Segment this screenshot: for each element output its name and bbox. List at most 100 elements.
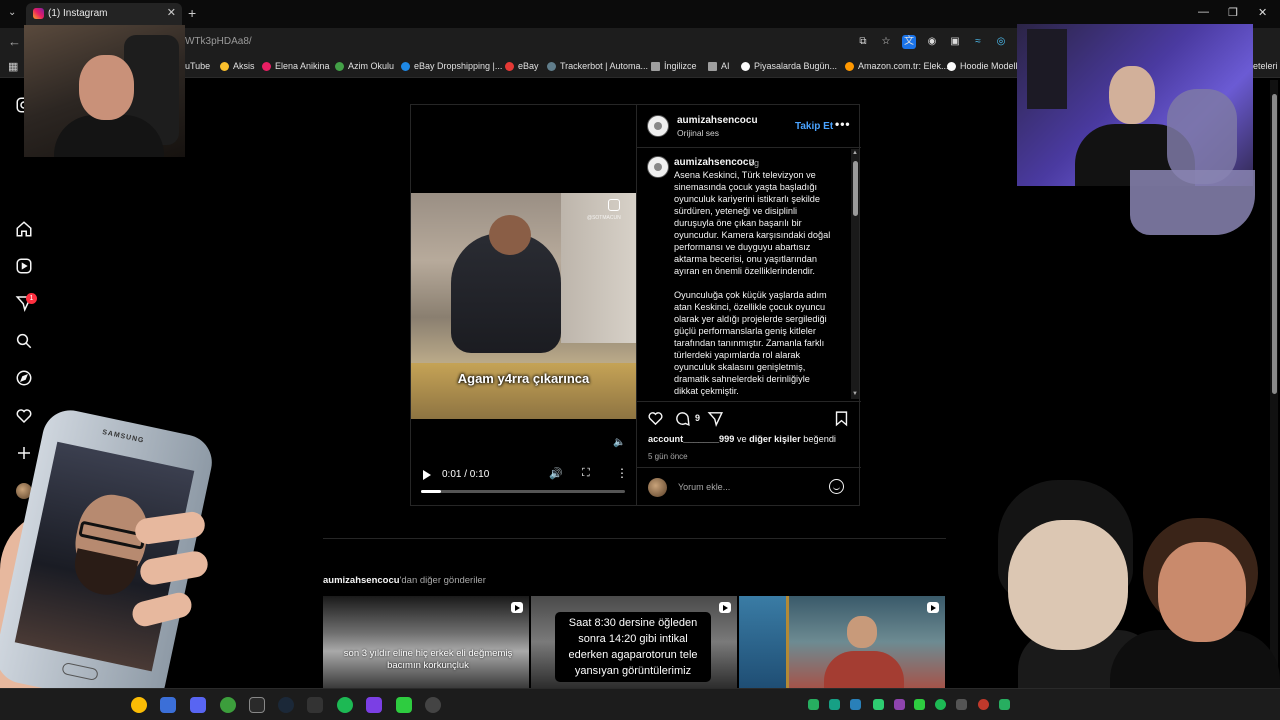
- comment-bar: Yorum ekle...: [637, 467, 861, 505]
- bookmark-item[interactable]: eteleri: [1253, 61, 1278, 71]
- tab-instagram[interactable]: (1) Instagram ✕: [26, 3, 182, 25]
- author-username[interactable]: aumizahsencocu: [677, 115, 758, 126]
- author-avatar[interactable]: [647, 115, 669, 137]
- tray-icon[interactable]: [978, 699, 989, 710]
- caption-paragraph: Asena Keskinci, Türk televizyon ve sinem…: [674, 170, 831, 276]
- maximize-button[interactable]: ❐: [1228, 6, 1238, 19]
- extension-icon[interactable]: ▣: [948, 35, 962, 49]
- comment-icon[interactable]: [674, 410, 691, 427]
- post-header: aumizahsencocu Orijinal ses Takip Et •••: [637, 105, 861, 148]
- home-icon[interactable]: [15, 220, 33, 238]
- minimize-button[interactable]: —: [1198, 6, 1209, 18]
- bookmark-item[interactable]: Aksis: [220, 61, 255, 71]
- streamer-face: [1109, 66, 1155, 124]
- bookmark-item[interactable]: eBay: [505, 61, 539, 71]
- extension-icon[interactable]: ≈: [971, 35, 985, 49]
- url-field[interactable]: WTk3pHDAa8/: [185, 36, 252, 47]
- install-app-icon[interactable]: ⧉: [856, 35, 870, 49]
- more-posts-user[interactable]: aumizahsencocu: [323, 575, 400, 586]
- commenter-avatar: [648, 478, 667, 497]
- bookmark-favicon-icon: [547, 61, 556, 71]
- liked-by-others[interactable]: diğer kişiler: [749, 434, 801, 444]
- caption-scrollbar[interactable]: ▲ ▼: [851, 149, 859, 399]
- bookmark-item[interactable]: Trackerbot | Automa...: [547, 61, 648, 71]
- bookmark-item[interactable]: Amazon.com.tr: Elek...: [845, 61, 949, 71]
- bookmark-item[interactable]: Hoodie Modelle: [947, 61, 1023, 71]
- bookmark-folder[interactable]: İngilizce: [651, 61, 697, 71]
- video-frame[interactable]: @SOTMACUN Agam y4rra çıkarınca: [411, 193, 636, 419]
- tray-icon[interactable]: [894, 699, 905, 710]
- bookmark-item[interactable]: Piyasalarda Bugün...: [741, 61, 837, 71]
- chrome-taskbar-icon[interactable]: [131, 697, 147, 713]
- tray-icon[interactable]: [829, 699, 840, 710]
- bookmark-favicon-icon: [262, 61, 271, 71]
- audio-label[interactable]: Orijinal ses: [677, 128, 719, 138]
- scroll-up-icon[interactable]: ▲: [852, 150, 858, 156]
- share-icon[interactable]: [707, 410, 724, 427]
- audio-muted-icon[interactable]: 🔈: [613, 437, 625, 448]
- phone-home-button: [61, 661, 99, 682]
- tray-icon[interactable]: [914, 699, 925, 710]
- caption-avatar[interactable]: [647, 156, 669, 178]
- epic-taskbar-icon[interactable]: [249, 697, 265, 713]
- spotify-taskbar-icon[interactable]: [337, 697, 353, 713]
- new-tab-button[interactable]: +: [188, 5, 196, 21]
- thumbnail-figure-body: [824, 651, 904, 688]
- tab-close-icon[interactable]: ✕: [167, 6, 176, 19]
- video-progress-fill: [421, 490, 442, 493]
- back-button[interactable]: ←: [8, 34, 21, 49]
- comment-input[interactable]: Yorum ekle...: [678, 482, 730, 492]
- close-window-button[interactable]: ✕: [1258, 6, 1267, 19]
- video-progress-bar[interactable]: [421, 490, 625, 493]
- likes-summary: account_______999 ve diğer kişiler beğen…: [648, 434, 836, 444]
- app-taskbar-icon[interactable]: [307, 697, 323, 713]
- bookmark-folder[interactable]: AI: [708, 61, 730, 71]
- bookmark-star-icon[interactable]: ☆: [879, 35, 893, 49]
- tray-icon[interactable]: [808, 699, 819, 710]
- scroll-down-icon[interactable]: ▼: [852, 391, 858, 397]
- folder-icon: [651, 61, 660, 71]
- page-scroll-thumb[interactable]: [1272, 94, 1277, 394]
- app-taskbar-icon[interactable]: [160, 697, 176, 713]
- more-vertical-icon[interactable]: ⋮: [616, 466, 628, 480]
- more-options-icon[interactable]: •••: [835, 117, 851, 131]
- app-taskbar-icon[interactable]: [366, 697, 382, 713]
- tray-icon[interactable]: [956, 699, 967, 710]
- tray-icon[interactable]: [935, 699, 946, 710]
- explore-icon[interactable]: [15, 369, 33, 387]
- bookmark-item[interactable]: uTube: [185, 61, 210, 71]
- video-caption: Agam y4rra çıkarınca: [457, 371, 590, 386]
- tab-menu-icon[interactable]: ⌄: [8, 7, 16, 18]
- post-thumbnail[interactable]: [739, 596, 945, 688]
- bookmark-item[interactable]: Azim Okulu: [335, 61, 394, 71]
- extension-icon[interactable]: ◎: [994, 35, 1008, 49]
- xbox-taskbar-icon[interactable]: [220, 697, 236, 713]
- play-icon[interactable]: [423, 470, 431, 480]
- tray-icon[interactable]: [999, 699, 1010, 710]
- tray-icon[interactable]: [873, 699, 884, 710]
- post-thumbnail[interactable]: Saat 8:30 dersine öğleden sonra 14:20 gi…: [531, 596, 737, 688]
- bookmark-item[interactable]: eBay Dropshipping |...: [401, 61, 502, 71]
- emoji-icon[interactable]: [829, 479, 844, 494]
- like-heart-icon[interactable]: [647, 410, 664, 427]
- follow-button[interactable]: Takip Et: [795, 121, 833, 132]
- steam-taskbar-icon[interactable]: [278, 697, 294, 713]
- reels-icon[interactable]: [15, 257, 33, 275]
- translate-extension-icon[interactable]: 文: [902, 35, 916, 49]
- obs-taskbar-icon[interactable]: [425, 697, 441, 713]
- discord-taskbar-icon[interactable]: [190, 697, 206, 713]
- fullscreen-icon[interactable]: ⛶: [582, 467, 590, 480]
- volume-icon[interactable]: 🔊: [549, 467, 563, 480]
- scroll-thumb[interactable]: [853, 161, 858, 216]
- video-player[interactable]: @SOTMACUN Agam y4rra çıkarınca 🔈 0:01 / …: [411, 105, 636, 505]
- caption-username[interactable]: aumizahsencocu: [674, 157, 755, 168]
- app-taskbar-icon[interactable]: [396, 697, 412, 713]
- apps-grid-icon[interactable]: ▦: [8, 60, 18, 73]
- post-thumbnail[interactable]: son 3 yıldır eline hiç erkek eli değmemi…: [323, 596, 529, 688]
- liked-by-user[interactable]: account_______999: [648, 434, 734, 444]
- bookmark-item[interactable]: Elena Anikina: [262, 61, 330, 71]
- extension-icon[interactable]: ◉: [925, 35, 939, 49]
- search-icon[interactable]: [15, 332, 33, 350]
- tray-icon[interactable]: [850, 699, 861, 710]
- save-bookmark-icon[interactable]: [833, 410, 850, 427]
